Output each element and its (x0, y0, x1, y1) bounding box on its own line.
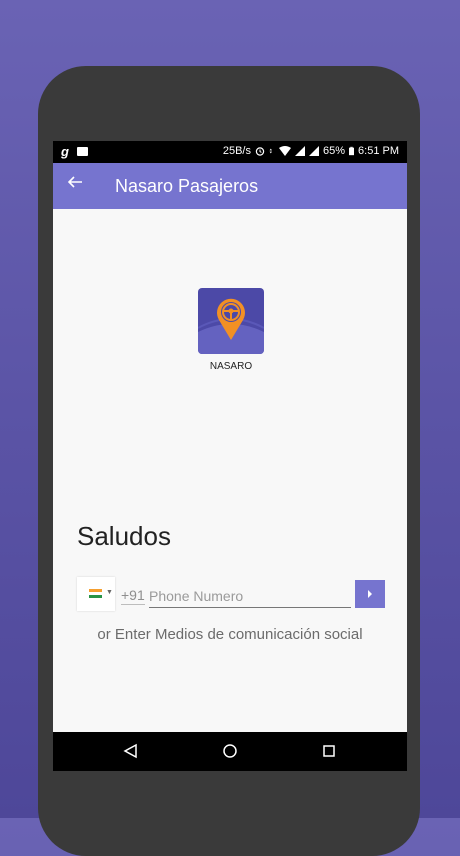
signal-icon (295, 146, 305, 156)
battery-percent: 65% (323, 145, 346, 157)
navigation-bar (53, 732, 407, 771)
status-bar: g 25B/s 65% 6:51 PM (53, 141, 407, 163)
data-arrows-icon (269, 148, 272, 154)
wifi-icon (279, 146, 291, 156)
app-logo (198, 288, 264, 354)
home-circle-icon[interactable] (220, 741, 240, 761)
recents-square-icon[interactable] (319, 741, 339, 761)
phone-number-input[interactable] (149, 587, 351, 608)
map-pin-steering-wheel-icon (198, 298, 264, 354)
social-login-text[interactable]: or Enter Medios de comunicación social (53, 626, 407, 643)
country-picker[interactable]: ▼ (77, 577, 115, 611)
greeting-heading: Saludos (77, 521, 171, 551)
caret-down-icon: ▼ (106, 589, 113, 596)
back-triangle-icon[interactable] (121, 741, 141, 761)
alarm-icon (255, 147, 265, 156)
app-bar-title: Nasaro Pasajeros (115, 176, 259, 196)
app-bar: Nasaro Pasajeros (53, 163, 407, 209)
arrow-left-icon[interactable] (67, 174, 83, 195)
india-flag-icon (89, 589, 102, 598)
g-app-icon: g (61, 144, 69, 159)
battery-icon (349, 146, 355, 156)
country-code: +91 (121, 587, 145, 605)
clock: 6:51 PM (358, 145, 399, 157)
submit-phone-button[interactable] (355, 580, 385, 608)
image-icon (76, 147, 88, 156)
signal-icon (309, 146, 319, 156)
network-speed: 25B/s (222, 145, 251, 157)
logo-caption: NASARO (209, 361, 253, 372)
chevron-right-icon (368, 590, 372, 598)
app-screen: g 25B/s 65% 6:51 PM Nasaro Pasajeros NAS… (53, 141, 407, 771)
